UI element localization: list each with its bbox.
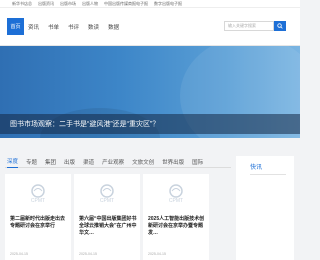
site-header: 首页 资讯 书单 书评 数读 数据 输入关键字搜索 [0, 8, 300, 46]
news-flash-panel: 快讯 [236, 156, 294, 260]
search-input[interactable]: 输入关键字搜索 [224, 21, 274, 31]
home-tab[interactable]: 首页 [7, 18, 24, 35]
category-tabs: 深度 专题 集团 出版 渠道 产业观察 文旅文创 世界出版 国际 [5, 158, 231, 168]
article-date: 2025-04-15 [10, 252, 28, 256]
article-card[interactable]: CPMT 第二届新时代出版走出去专题研讨会在京举行 2025-04-15 [5, 174, 71, 260]
article-title[interactable]: 第六届“中国出版集团好书全球云推销大会”在广州中华文… [79, 216, 137, 237]
news-flash-title[interactable]: 快讯 [236, 156, 294, 171]
tab-channel[interactable]: 渠道 [83, 158, 94, 168]
top-link[interactable]: 出版资讯 [38, 1, 54, 7]
svg-text:CPMT: CPMT [169, 198, 183, 204]
nav-item-booklist[interactable]: 书单 [48, 23, 59, 31]
nav-item-news[interactable]: 资讯 [28, 23, 39, 31]
svg-text:CPMT: CPMT [31, 198, 45, 204]
top-link[interactable]: 出版人物 [82, 1, 98, 7]
top-link[interactable]: 出版市场 [60, 1, 76, 7]
article-card[interactable]: CPMT 2025人工智能出版技术创新研讨会在京举办暨专题发… 2025-04-… [143, 174, 209, 260]
cpgmt-logo-icon: CPMT [169, 184, 183, 204]
cpgmt-logo-icon: CPMT [31, 184, 45, 204]
top-link[interactable]: 新华书店总 [12, 1, 32, 7]
content-section: 深度 专题 集团 出版 渠道 产业观察 文旅文创 世界出版 国际 CPMT 第二… [5, 158, 231, 260]
top-link[interactable]: 中国出版传媒商报电子报 [104, 1, 148, 7]
tab-group[interactable]: 集团 [45, 158, 56, 168]
tab-world[interactable]: 世界出版 [162, 158, 184, 168]
tab-depth[interactable]: 深度 [7, 157, 19, 168]
svg-text:CPMT: CPMT [100, 198, 114, 204]
divider [250, 174, 286, 175]
article-card[interactable]: CPMT 第六届“中国出版集团好书全球云推销大会”在广州中华文… 2025-04… [74, 174, 140, 260]
top-links-bar: 新华书店总 出版资讯 出版市场 出版人物 中国出版传媒商报电子报 数字出版电子报 [0, 0, 300, 8]
nav-item-read[interactable]: 数读 [88, 23, 99, 31]
nav-item-data[interactable]: 数据 [108, 23, 119, 31]
tab-topic[interactable]: 专题 [26, 158, 37, 168]
nav-item-review[interactable]: 书评 [68, 23, 79, 31]
tab-publishing[interactable]: 出版 [64, 158, 75, 168]
tab-culture[interactable]: 文旅文创 [132, 158, 154, 168]
hero-caption[interactable]: 图书市场观察：二手书是“避风港”还是“重灾区”？ [0, 114, 300, 134]
main-nav: 资讯 书单 书评 数读 数据 [28, 18, 119, 35]
search-icon [277, 23, 283, 29]
article-card-list: CPMT 第二届新时代出版走出去专题研讨会在京举行 2025-04-15 CPM… [5, 174, 209, 260]
tab-industry[interactable]: 产业观察 [102, 158, 124, 168]
article-title[interactable]: 第二届新时代出版走出去专题研讨会在京举行 [10, 216, 68, 230]
search-button[interactable] [274, 21, 286, 31]
article-date: 2025-04-15 [148, 252, 166, 256]
top-link[interactable]: 数字出版电子报 [154, 1, 182, 7]
article-title[interactable]: 2025人工智能出版技术创新研讨会在京举办暨专题发… [148, 216, 206, 237]
tab-international[interactable]: 国际 [192, 158, 203, 168]
article-date: 2025-04-15 [79, 252, 97, 256]
cpgmt-logo-icon: CPMT [100, 184, 114, 204]
